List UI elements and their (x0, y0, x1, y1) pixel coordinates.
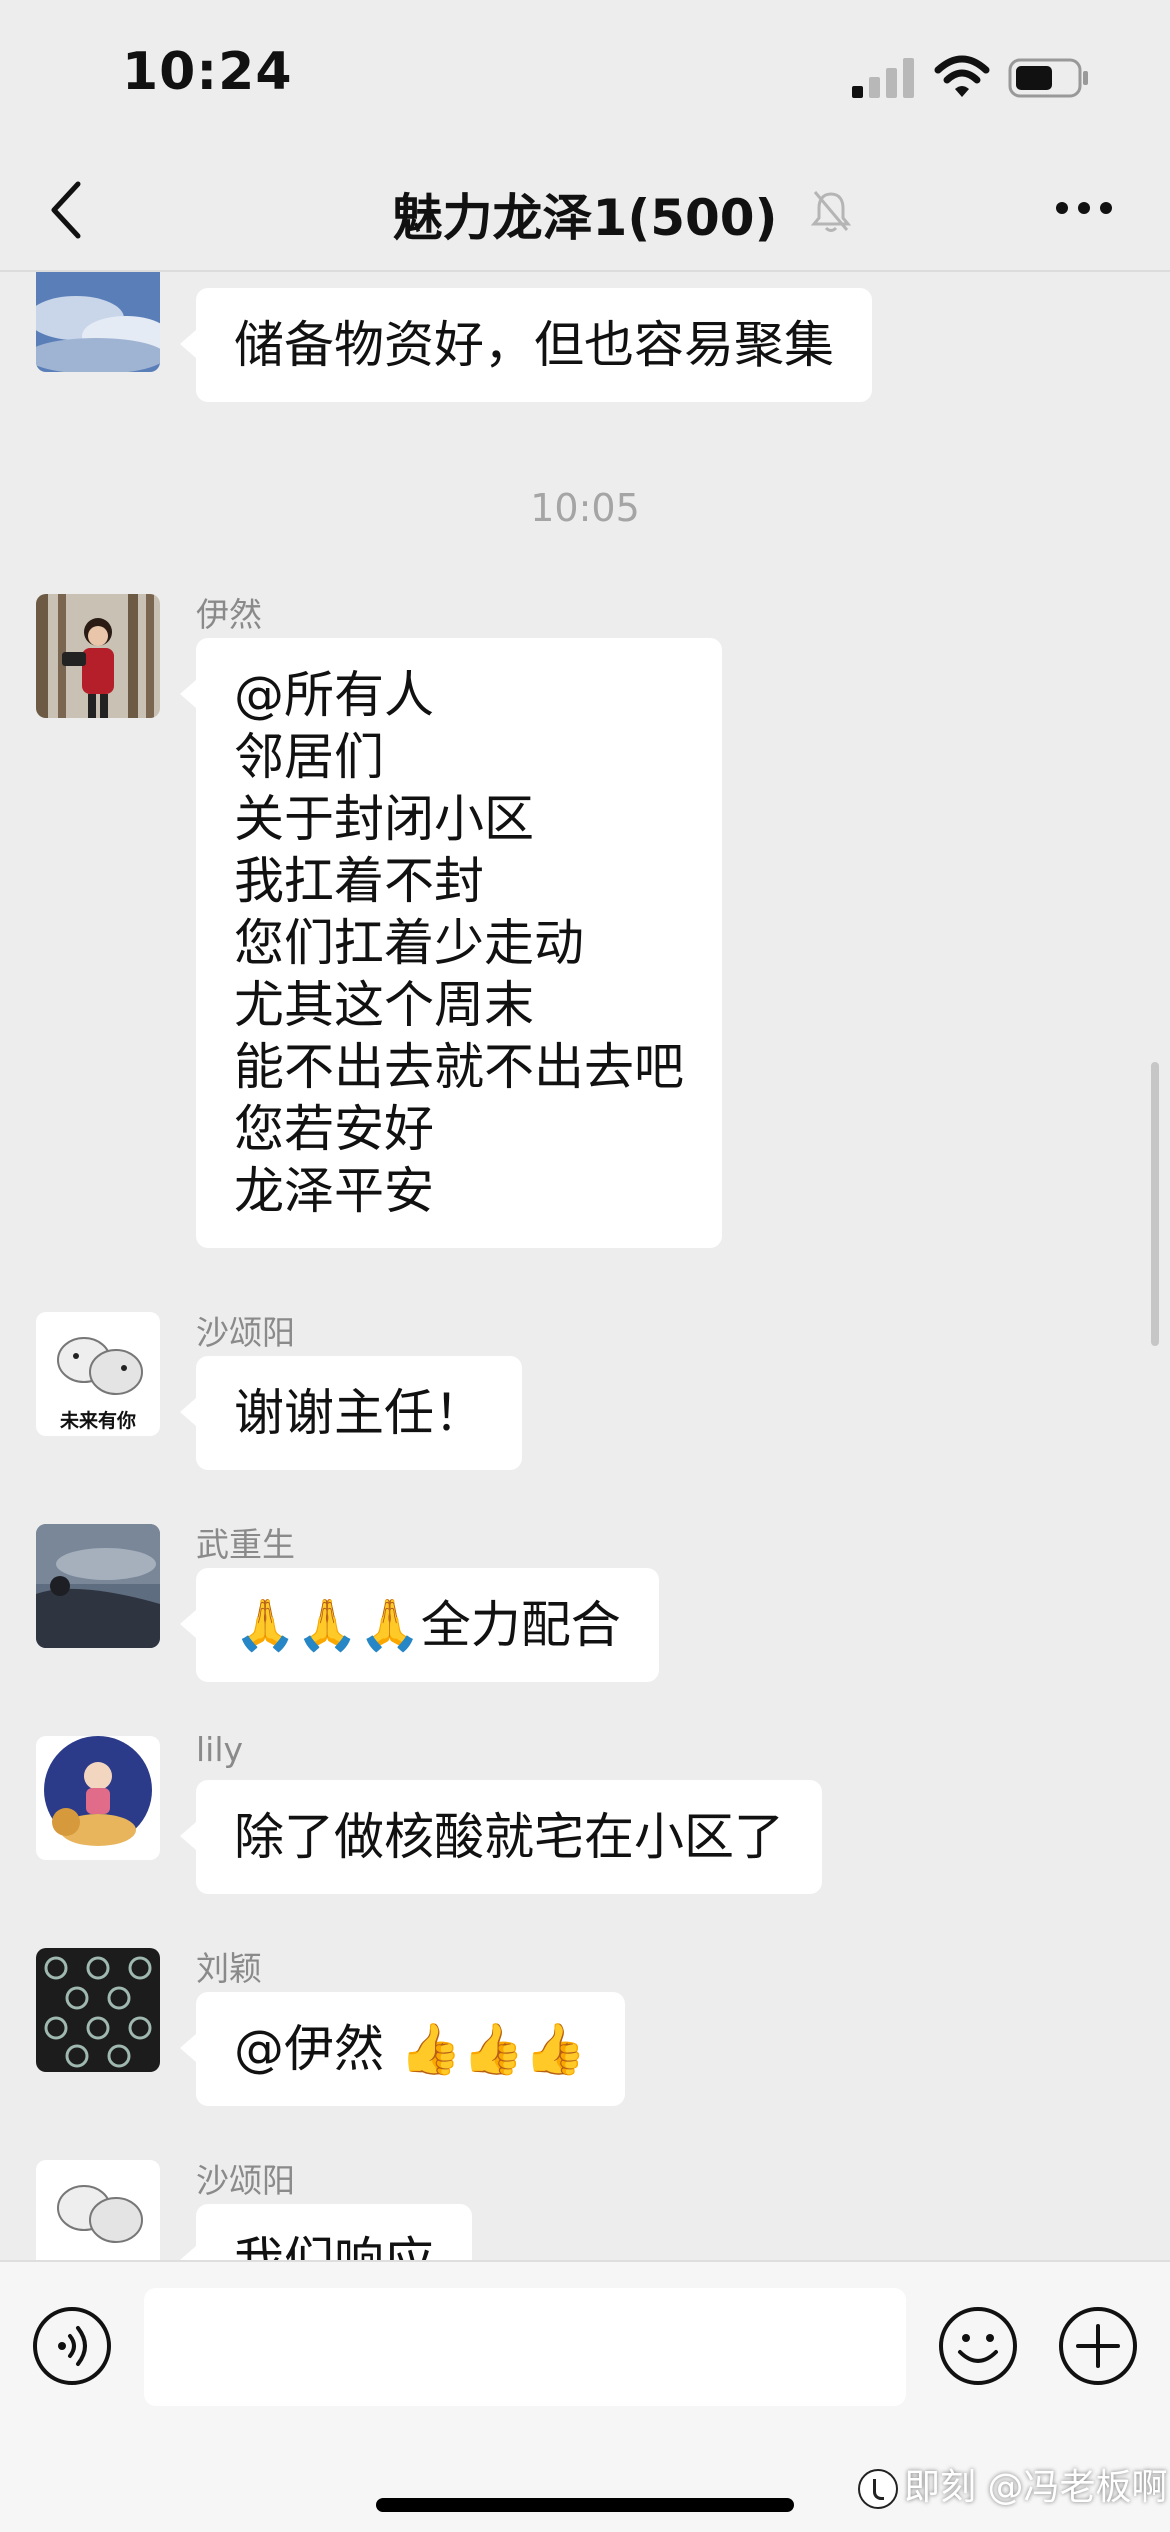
status-bar: 10:24 (0, 0, 1170, 150)
input-bar: 即刻 @冯老板啊 (0, 2260, 1170, 2532)
sender-name: 沙颂阳 (196, 2161, 295, 2200)
message-bubble[interactable]: @所有人 邻居们 关于封闭小区 我扛着不封 您们扛着少走动 尤其这个周末 能不出… (180, 638, 722, 1248)
avatar[interactable] (36, 594, 160, 718)
avatar[interactable] (36, 1736, 160, 1860)
cellular-signal-icon (852, 58, 914, 98)
sender-name: 武重生 (196, 1525, 295, 1564)
chat-header: 魅力龙泽1(500) (0, 150, 1170, 272)
more-options-icon[interactable] (1054, 200, 1114, 216)
avatar[interactable] (36, 272, 160, 372)
message-bubble[interactable]: 我们响应 (180, 2204, 472, 2260)
chat-title: 魅力龙泽1(500) (392, 189, 778, 247)
message-bubble[interactable]: @伊然 👍👍👍 (180, 1992, 625, 2106)
sender-name: lily (196, 1730, 244, 1769)
scroll-indicator[interactable] (1151, 1062, 1159, 1346)
avatar[interactable] (36, 2160, 160, 2260)
message-bubble[interactable]: 储备物资好，但也容易聚集 (180, 288, 872, 402)
add-icon[interactable] (1058, 2306, 1138, 2386)
message-list[interactable]: 储备物资好，但也容易聚集 10:05 伊然 @所有人 邻居们 关于封闭小区 我扛… (0, 272, 1170, 2260)
battery-icon (1008, 58, 1088, 98)
avatar[interactable] (36, 1948, 160, 2072)
wifi-icon (934, 55, 990, 97)
muted-bell-icon (811, 191, 852, 232)
message-bubble[interactable]: 谢谢主任！ (180, 1356, 522, 1470)
message-input[interactable] (144, 2288, 906, 2406)
sender-name: 沙颂阳 (196, 1313, 295, 1352)
sender-name: 伊然 (196, 595, 262, 634)
avatar[interactable]: 未来有你 (36, 1312, 160, 1436)
message-bubble[interactable]: 除了做核酸就宅在小区了 (180, 1780, 822, 1894)
jike-logo-icon (858, 2469, 898, 2509)
watermark: 即刻 @冯老板啊 (858, 2458, 1167, 2510)
avatar-caption: 未来有你 (59, 1410, 136, 1432)
emoji-icon[interactable] (938, 2306, 1018, 2386)
status-time: 10:24 (122, 42, 293, 102)
voice-input-icon[interactable] (32, 2306, 112, 2386)
home-indicator[interactable] (376, 2498, 794, 2512)
message-bubble[interactable]: 🙏🙏🙏全力配合 (180, 1568, 659, 1682)
message-timestamp: 10:05 (530, 486, 640, 530)
watermark-text: 即刻 @冯老板啊 (904, 2467, 1168, 2508)
avatar[interactable] (36, 1524, 160, 1648)
sender-name: 刘颖 (196, 1949, 262, 1988)
